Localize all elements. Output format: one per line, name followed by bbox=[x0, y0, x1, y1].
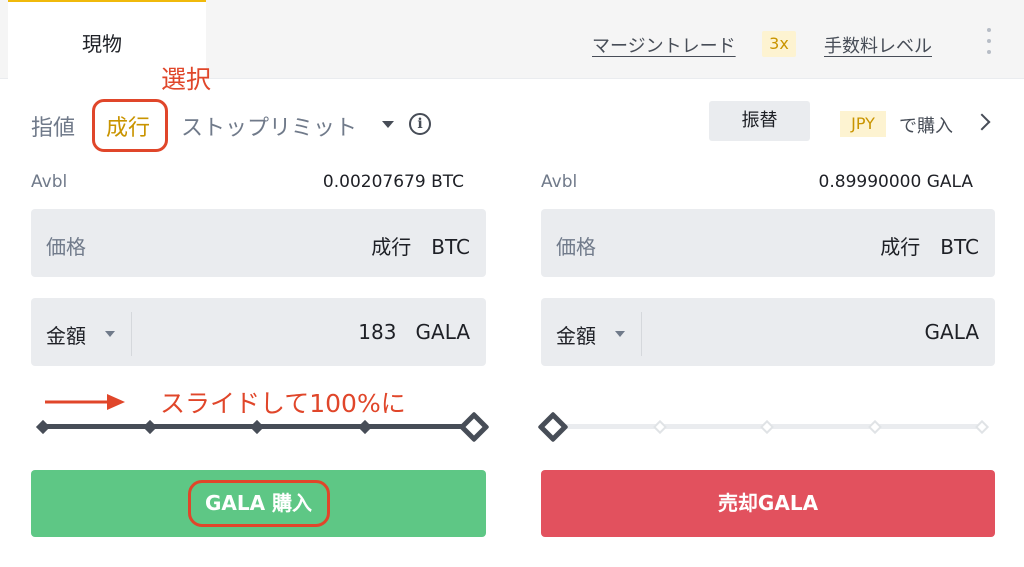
field-divider bbox=[641, 312, 642, 356]
fee-level-link[interactable]: 手数料レベル bbox=[824, 32, 932, 58]
sell-slider-handle[interactable] bbox=[537, 411, 569, 443]
order-type-stop-limit[interactable]: ストップリミット bbox=[181, 110, 357, 142]
sell-button[interactable]: 売却GALA bbox=[541, 470, 995, 537]
buy-slider-step-50[interactable] bbox=[249, 419, 265, 435]
order-type-limit[interactable]: 指値 bbox=[31, 110, 75, 142]
buy-amount-number: 183 bbox=[358, 320, 397, 344]
buy-avbl-label: Avbl bbox=[31, 172, 68, 192]
sell-price-value: 成行 BTC bbox=[880, 235, 979, 259]
sell-amount-value[interactable]: GALA bbox=[925, 320, 979, 344]
sell-slider-step-100[interactable] bbox=[974, 419, 990, 435]
kebab-menu-icon[interactable] bbox=[986, 28, 992, 54]
chevron-right-icon[interactable] bbox=[973, 113, 991, 131]
buy-slider-step-25[interactable] bbox=[142, 419, 158, 435]
sell-amount-label[interactable]: 金額 bbox=[556, 320, 596, 349]
annotation-circle-buy bbox=[188, 480, 330, 527]
buy-percent-slider[interactable] bbox=[31, 408, 491, 448]
caret-down-icon[interactable] bbox=[382, 121, 394, 128]
annotation-select: 選択 bbox=[161, 65, 212, 94]
buy-price-label: 価格 bbox=[46, 235, 86, 259]
buy-with-label[interactable]: で購入 bbox=[899, 112, 953, 138]
buy-amount-label[interactable]: 金額 bbox=[46, 320, 86, 349]
buy-avbl-value: 0.00207679 BTC bbox=[322, 172, 464, 192]
buy-price-field[interactable]: 価格 成行 BTC bbox=[31, 209, 486, 277]
buy-amount-value[interactable]: 183 GALA bbox=[358, 320, 470, 344]
info-icon[interactable]: i bbox=[409, 113, 431, 135]
sell-slider-step-50[interactable] bbox=[759, 419, 775, 435]
buy-slider-handle[interactable] bbox=[458, 411, 490, 443]
sell-price-label: 価格 bbox=[556, 235, 596, 259]
buy-amount-field[interactable]: 金額 183 GALA bbox=[31, 298, 486, 366]
sell-avbl-value: 0.89990000 GALA bbox=[818, 172, 973, 192]
tab-spot-label: 現物 bbox=[82, 32, 122, 56]
annotation-circle-market bbox=[92, 99, 168, 152]
sell-amount-unit: GALA bbox=[924, 320, 979, 344]
tab-margin-trade[interactable]: マージントレード bbox=[592, 32, 736, 58]
buy-amount-unit: GALA bbox=[415, 320, 470, 344]
sell-price-field[interactable]: 価格 成行 BTC bbox=[541, 209, 995, 277]
sell-avbl-label: Avbl bbox=[541, 172, 578, 192]
buy-slider-step-75[interactable] bbox=[357, 419, 373, 435]
caret-down-icon[interactable] bbox=[615, 331, 625, 337]
buy-price-value: 成行 BTC bbox=[371, 235, 470, 259]
sell-slider-step-25[interactable] bbox=[652, 419, 668, 435]
leverage-badge: 3x bbox=[762, 31, 796, 57]
field-divider bbox=[131, 312, 132, 356]
buy-slider-step-0[interactable] bbox=[35, 419, 51, 435]
transfer-button[interactable]: 振替 bbox=[709, 101, 810, 141]
sell-slider-step-75[interactable] bbox=[867, 419, 883, 435]
currency-badge[interactable]: JPY bbox=[840, 111, 886, 137]
sell-amount-field[interactable]: 金額 GALA bbox=[541, 298, 995, 366]
caret-down-icon[interactable] bbox=[105, 331, 115, 337]
sell-percent-slider[interactable] bbox=[537, 408, 1001, 448]
